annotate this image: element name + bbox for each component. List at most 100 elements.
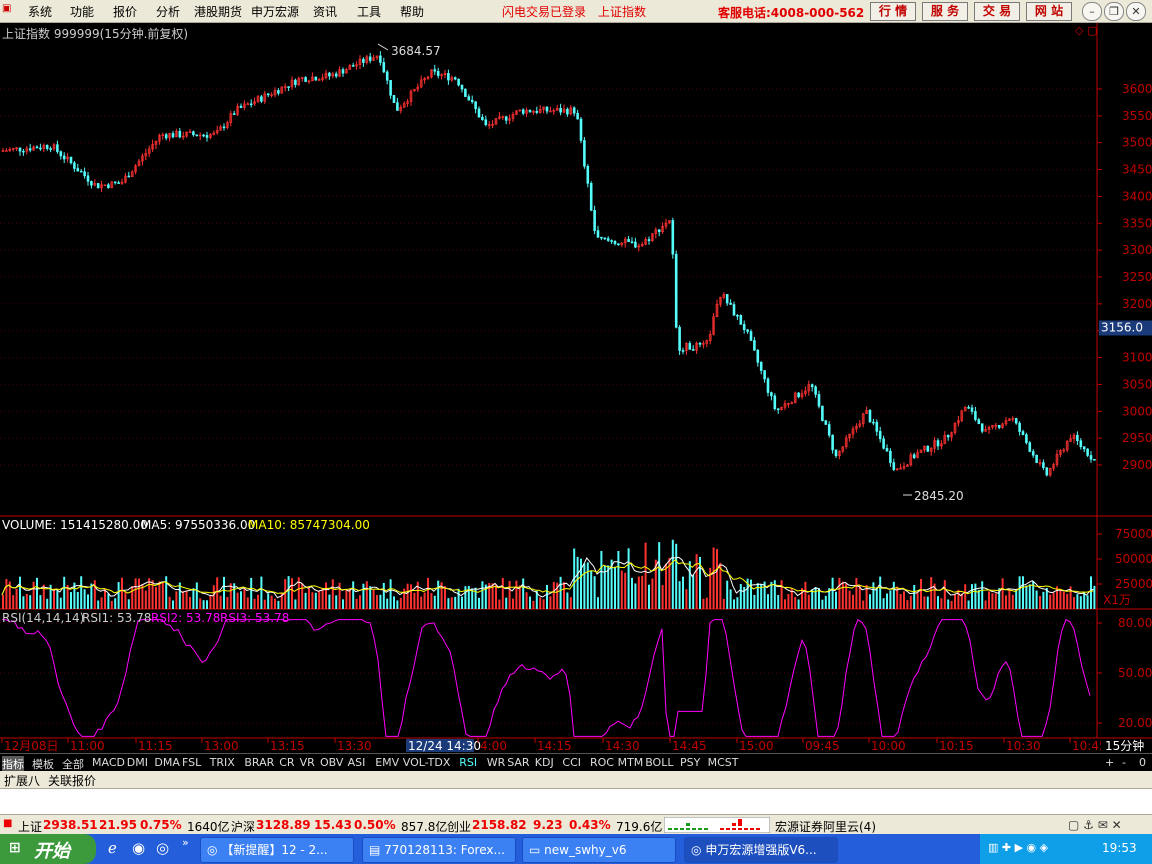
tab-indicator-mcst[interactable]: MCST: [708, 756, 739, 769]
menu-swhy[interactable]: 申万宏源: [251, 3, 299, 20]
volume-bar: [277, 600, 280, 609]
rsi1-label: RSI1: 53.78: [82, 611, 152, 625]
restore-icon[interactable]: ❐: [1104, 2, 1124, 21]
tab-indicator-vol-tdx[interactable]: VOL-TDX: [403, 756, 451, 769]
price-candle: [1042, 462, 1045, 469]
flash-trade-status[interactable]: 闪电交易已登录: [502, 3, 586, 20]
tab-indicator-asi[interactable]: ASI: [348, 756, 366, 769]
quotes-button[interactable]: 行 情: [870, 2, 916, 21]
tab-indicator-macd[interactable]: MACD: [92, 756, 125, 769]
cy-label[interactable]: 创业: [447, 818, 471, 835]
price-candle: [96, 183, 100, 189]
menu-analysis[interactable]: 分析: [156, 3, 180, 20]
price-candle: [18, 147, 22, 152]
status-tray-icons[interactable]: ▢ ⚓ ✉ ✕: [1068, 818, 1122, 832]
price-candle: [817, 394, 821, 407]
price-candle: [545, 106, 549, 112]
price-candle: [753, 340, 756, 351]
menu-tools[interactable]: 工具: [357, 3, 381, 20]
trade-button[interactable]: 交 易: [974, 2, 1020, 21]
menu-system[interactable]: 系统: [28, 3, 52, 20]
tab-indicator-roc[interactable]: ROC: [590, 756, 614, 769]
tab-indicator-cr[interactable]: CR: [279, 756, 294, 769]
tab-indicator-obv[interactable]: OBV: [320, 756, 343, 769]
tab-indicator-cci[interactable]: CCI: [562, 756, 581, 769]
menu-function[interactable]: 功能: [70, 3, 94, 20]
chrome-icon[interactable]: ◎: [156, 839, 169, 857]
price-candle: [464, 88, 467, 97]
menu-news[interactable]: 资讯: [313, 3, 337, 20]
tab-indicator-boll[interactable]: BOLL: [645, 756, 673, 769]
hs-label[interactable]: 沪深: [231, 818, 255, 835]
tab-indicator-mtm[interactable]: MTM: [618, 756, 644, 769]
price-candle: [195, 134, 199, 137]
volume-bar: [675, 543, 678, 609]
volume-tick-label: 50000: [1115, 552, 1152, 566]
tab-indicator-wr[interactable]: WR: [487, 756, 506, 769]
tab-indicator-dmi[interactable]: DMI: [127, 756, 148, 769]
volume-bar: [63, 576, 66, 609]
sh-percent: 0.75%: [140, 818, 182, 832]
chart-canvas[interactable]: 3600355035003450340033503300325032003150…: [0, 23, 1152, 753]
volume-bar: [841, 581, 844, 609]
tab-extended[interactable]: 扩展八: [4, 772, 40, 789]
tab-indicator-trix[interactable]: TRIX: [210, 756, 235, 769]
task-window-swhy[interactable]: ◎ 申万宏源增强版V6...: [684, 837, 838, 863]
volume-bar: [131, 585, 134, 609]
tab-indicator-brar[interactable]: BRAR: [244, 756, 274, 769]
rsi-line: [2, 618, 1091, 737]
tab-control-2[interactable]: 0: [1139, 756, 1146, 769]
volume-bar: [1035, 590, 1038, 609]
tab-indicator-全部[interactable]: 全部: [62, 756, 84, 772]
task-window-reminder[interactable]: ◎ 【新提醒】12 - 2...: [200, 837, 354, 863]
volume-bar: [406, 583, 409, 609]
tab-indicator-vr[interactable]: VR: [300, 756, 315, 769]
tab-indicator-kdj[interactable]: KDJ: [535, 756, 554, 769]
volume-bar: [46, 598, 49, 609]
tab-indicator-psy[interactable]: PSY: [680, 756, 700, 769]
price-candle: [766, 378, 770, 393]
service-button[interactable]: 服 务: [922, 2, 968, 21]
price-candle: [178, 130, 182, 138]
menu-quote[interactable]: 报价: [113, 3, 137, 20]
volume-bar: [617, 550, 620, 609]
tab-indicator-emv[interactable]: EMV: [375, 756, 399, 769]
tab-indicator-模板[interactable]: 模板: [32, 756, 54, 772]
tab-indicator-指标[interactable]: 指标: [2, 756, 24, 772]
volume-bar: [321, 588, 324, 609]
tab-control-0[interactable]: +: [1105, 756, 1114, 769]
close-icon[interactable]: ✕: [1126, 2, 1146, 21]
menu-hk-futures[interactable]: 港股期货: [194, 3, 242, 20]
tab-indicator-sar[interactable]: SAR: [507, 756, 529, 769]
tab-indicator-rsi[interactable]: RSI: [459, 756, 477, 769]
volume-bar: [253, 598, 256, 609]
volume-bar: [750, 579, 752, 609]
sh-label[interactable]: 上证: [18, 818, 42, 835]
tab-related-quotes[interactable]: 关联报价: [48, 772, 96, 789]
price-tick-label: 3250: [1122, 270, 1152, 284]
tab-indicator-fsl[interactable]: FSL: [182, 756, 201, 769]
chart-area[interactable]: 3600355035003450340033503300325032003150…: [0, 23, 1152, 753]
start-button[interactable]: ⊞ 开始: [0, 834, 96, 864]
ie-icon[interactable]: ℯ: [108, 839, 117, 857]
quicklaunch-more-icon[interactable]: »: [182, 836, 189, 849]
tray-icons[interactable]: ▥ ✚ ▶ ◉ ◈: [988, 841, 1048, 854]
tab-indicator-dma[interactable]: DMA: [154, 756, 180, 769]
price-candle: [872, 421, 875, 424]
volume-bar: [685, 589, 688, 609]
volume-bar: [36, 577, 38, 609]
website-button[interactable]: 网 站: [1026, 2, 1072, 21]
minimize-icon[interactable]: –: [1082, 2, 1102, 21]
tab-control-1[interactable]: -: [1122, 756, 1126, 769]
volume-bar: [501, 578, 504, 609]
task-window-forex[interactable]: ▤ 770128113: Forex...: [362, 837, 516, 863]
task-window-folder[interactable]: ▭ new_swhy_v6: [522, 837, 676, 863]
chart-corner-icons[interactable]: ◇ ▢: [1075, 24, 1097, 37]
volume-bar: [637, 576, 640, 609]
volume-bar: [243, 587, 246, 609]
browser-icon[interactable]: ◉: [132, 839, 145, 857]
volume-bar: [172, 600, 174, 609]
volume-bar: [464, 586, 467, 609]
price-candle: [797, 392, 800, 398]
menu-help[interactable]: 帮助: [400, 3, 424, 20]
